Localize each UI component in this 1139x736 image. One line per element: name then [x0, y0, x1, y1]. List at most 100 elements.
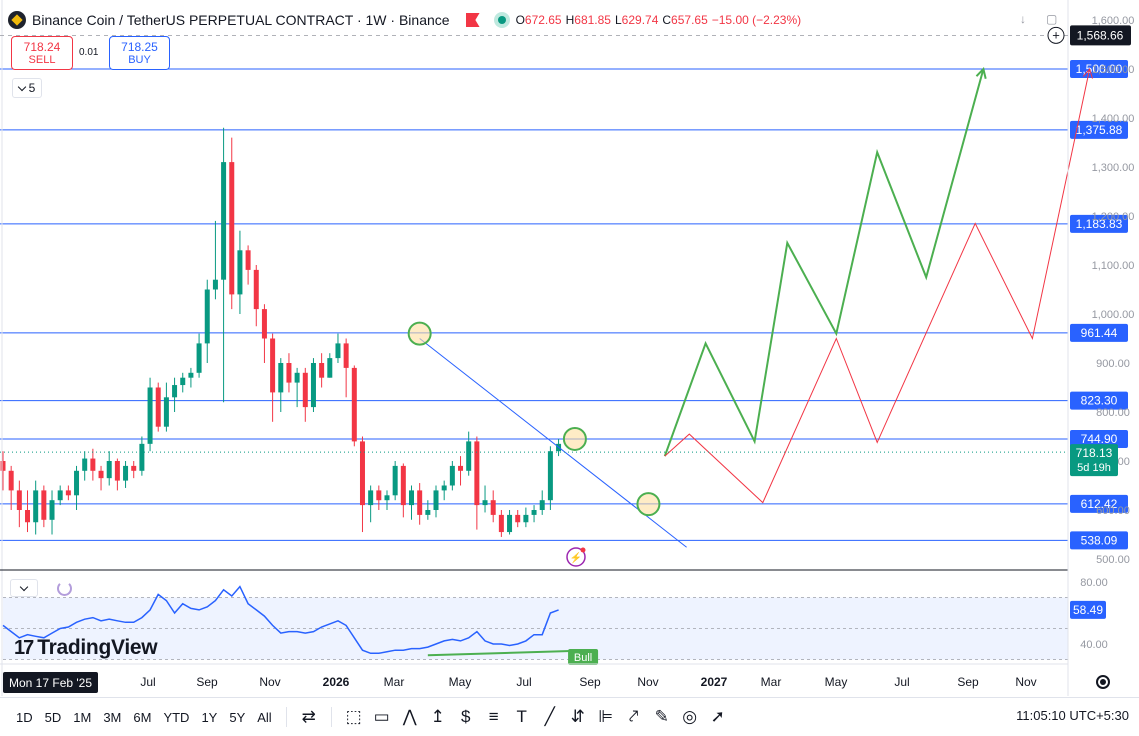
flag-icon[interactable] [465, 13, 480, 27]
time-tick-label: May [825, 675, 848, 689]
candle-body [343, 343, 349, 368]
trend-line-icon[interactable]: ╱ [537, 704, 563, 730]
arrow-down-icon[interactable]: ↓ [1020, 12, 1026, 26]
price-tick-label: 1,500.00 [1092, 64, 1135, 76]
market-status-icon[interactable] [493, 12, 510, 28]
candle-body [229, 162, 235, 295]
highlight-circle [407, 321, 432, 346]
long-position-icon[interactable]: ↥ [425, 704, 451, 730]
candle-body [384, 495, 390, 501]
timeframe-5d[interactable]: 5D [39, 710, 68, 725]
candle-body [417, 490, 423, 515]
candle-body [147, 387, 153, 444]
candle-body [376, 490, 382, 501]
time-tick-label: Sep [957, 675, 979, 689]
rsi-value-label: 58.49 [1073, 603, 1103, 617]
brush-icon[interactable]: ✎ [649, 704, 675, 730]
timeframe-1d[interactable]: 1D [10, 710, 39, 725]
candle-body [400, 465, 406, 506]
candle-body [57, 490, 63, 501]
rsi-collapse-button[interactable] [10, 579, 38, 597]
candle-body [221, 162, 227, 280]
level-label: 961.44 [1081, 326, 1118, 340]
axes: 500.00600.00700.00800.00900.001,000.001,… [0, 0, 1134, 696]
time-tick-label: Nov [259, 675, 280, 689]
level-label: 538.09 [1081, 533, 1118, 547]
candle-body [163, 397, 169, 427]
price-range-icon[interactable]: ⇵ [565, 704, 591, 730]
candle-body [180, 377, 186, 386]
timeframe-6m[interactable]: 6M [127, 710, 157, 725]
short-position-icon[interactable]: $ [453, 704, 479, 730]
candle-body [458, 465, 464, 471]
candle-body [449, 465, 455, 486]
compare-icon[interactable]: ⇄ [296, 704, 322, 730]
candle-body [368, 490, 374, 506]
candle-body [302, 372, 308, 408]
green-projection-path [663, 68, 985, 457]
price-tick-label: 600.00 [1096, 505, 1130, 517]
candle-body [237, 250, 243, 295]
pattern-icon[interactable]: ⋀ [397, 704, 423, 730]
candle-body [8, 470, 14, 491]
settings-gear-icon[interactable] [1096, 675, 1110, 689]
parallel-channel-icon[interactable]: ≡ [481, 704, 507, 730]
candle-body [286, 363, 292, 383]
rsi-tick-label: 40.00 [1080, 639, 1108, 651]
price-tick-label: 1,100.00 [1092, 260, 1135, 272]
candlestick-series [0, 127, 562, 537]
symbol-title[interactable]: Binance Coin / TetherUS PERPETUAL CONTRA… [32, 12, 450, 28]
buy-button[interactable]: 718.25 BUY [109, 36, 170, 70]
time-tick-label: Sep [196, 675, 218, 689]
candle-body [139, 443, 145, 471]
timeframe-3m[interactable]: 3M [97, 710, 127, 725]
time-tick-label: Nov [637, 675, 658, 689]
timeframe-ytd[interactable]: YTD [157, 710, 195, 725]
select-icon[interactable]: ⬚ [341, 704, 367, 730]
text-icon[interactable]: T [509, 704, 535, 730]
candle-body [196, 343, 202, 373]
candle-body [212, 279, 218, 290]
symbol-legend: Binance Coin / TetherUS PERPETUAL CONTRA… [8, 8, 801, 32]
arrow-icon[interactable]: ➚ [705, 704, 731, 730]
candle-body [106, 461, 112, 479]
candle-body [409, 490, 414, 506]
candle-body [49, 500, 55, 520]
time-tick-label: Mar [384, 675, 405, 689]
level-label: 744.90 [1081, 432, 1118, 446]
price-tick-label: 1,400.00 [1092, 113, 1135, 125]
timeframe-1y[interactable]: 1Y [195, 710, 223, 725]
rsi-pane[interactable]: Bull 80.00 40.00 58.49 [2, 577, 1108, 665]
top-right-icons: ↓ ▢ [1020, 12, 1057, 26]
price-tick-label: 1,000.00 [1092, 309, 1135, 321]
rsi-tick-label: 80.00 [1080, 577, 1108, 589]
price-chart[interactable]: Bull80.0040.0058.49 1,500.001,375.881,18… [0, 0, 1139, 736]
candle-body [0, 461, 6, 471]
indicators-collapse-button[interactable]: 5 [12, 78, 42, 98]
volume-profile-icon[interactable]: ⊫ [593, 704, 619, 730]
circle-icon[interactable]: ◎ [677, 704, 703, 730]
candle-body [131, 465, 137, 471]
timeframe-all[interactable]: All [251, 710, 277, 725]
path-icon[interactable]: ⤤ [621, 704, 647, 730]
time-tick-label: Sep [579, 675, 601, 689]
candle-body [188, 372, 194, 378]
timeframe-5y[interactable]: 5Y [223, 710, 251, 725]
candle-body [523, 514, 529, 523]
candle-body [253, 269, 259, 310]
window-icon[interactable]: ▢ [1046, 12, 1057, 26]
candle-body [359, 441, 365, 506]
countdown-label: 5d 19h [1077, 462, 1111, 474]
tradingview-logo[interactable]: 17 TradingView [14, 636, 158, 660]
timeframe-1m[interactable]: 1M [67, 710, 97, 725]
spread-value: 0.01 [79, 47, 99, 58]
rectangle-icon[interactable]: ▭ [369, 704, 395, 730]
sell-button[interactable]: 718.24 SELL [11, 36, 73, 70]
candle-body [539, 500, 545, 510]
price-tick-label: 800.00 [1096, 407, 1130, 419]
candle-body [245, 250, 251, 270]
price-tick-label: 1,300.00 [1092, 162, 1135, 174]
chevron-down-icon [19, 582, 29, 591]
toolbar-divider [330, 707, 332, 727]
lightning-glyph: ⚡ [570, 551, 582, 564]
